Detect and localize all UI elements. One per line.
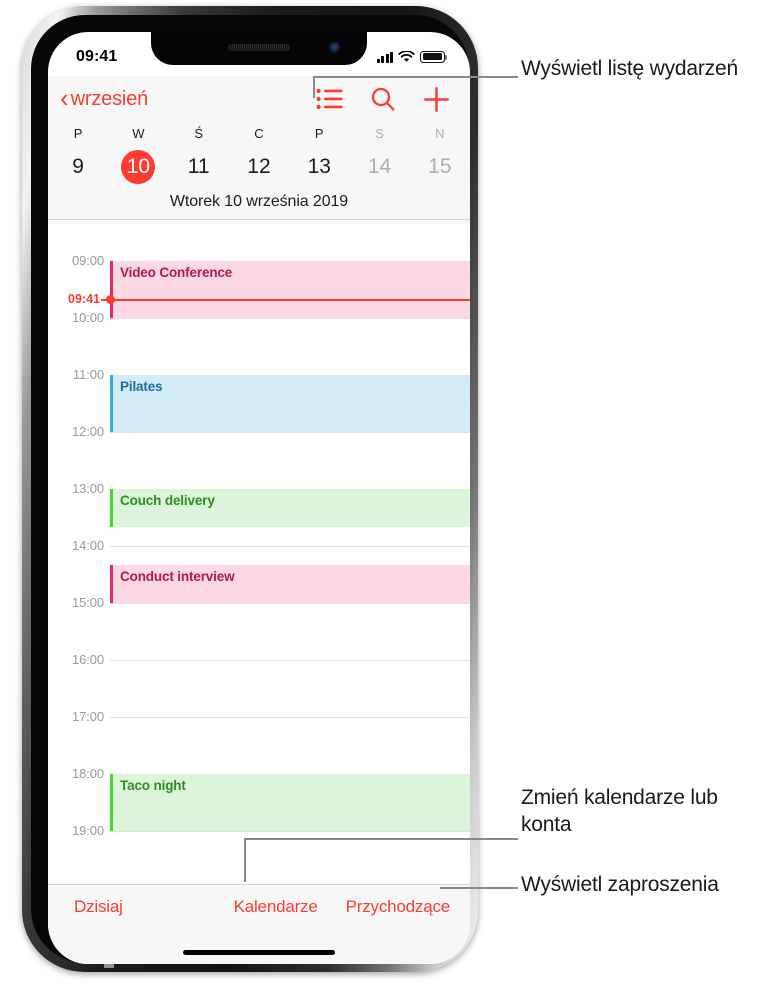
day-number-label: 10 — [121, 150, 156, 184]
hour-label: 11:00 — [72, 367, 104, 382]
day-number-label: 14 — [367, 155, 392, 178]
hour-gridline — [110, 318, 470, 319]
back-button-label: wrzesień — [70, 87, 149, 110]
hour-row-1700: 17:00 — [48, 709, 470, 724]
day-cell-14[interactable]: 14 — [349, 143, 409, 189]
weekday-label-1: W — [132, 126, 145, 141]
weekday-label-5: S — [375, 126, 384, 141]
wifi-icon — [398, 50, 415, 62]
inbox-button[interactable]: Przychodzące — [346, 897, 451, 917]
callout-leader-line — [440, 887, 518, 889]
battery-level-fill — [422, 53, 442, 60]
selected-date-label: Wtorek 10 września 2019 — [169, 193, 349, 210]
callout-leader-line — [313, 76, 518, 78]
day-number-label: 15 — [428, 155, 452, 178]
hour-row-1200: 12:00 — [48, 424, 470, 439]
hour-row-1500: 15:00 — [48, 595, 470, 610]
day-cell-9[interactable]: 9 — [48, 143, 108, 189]
day-cell-11[interactable]: 11 — [169, 143, 229, 189]
hour-row-1400: 14:00 — [48, 538, 470, 553]
battery-cap — [445, 54, 448, 60]
event-title: Conduct interview — [120, 569, 235, 584]
plus-icon[interactable] — [423, 86, 450, 113]
event-title: Taco night — [120, 778, 186, 793]
day-cell-10[interactable]: 10 — [108, 143, 168, 189]
status-bar-clock: 09:41 — [76, 48, 118, 65]
battery-icon — [420, 50, 448, 63]
day-timeline[interactable]: 09:00 10:00 11:00 12:00 13:00 14:00 15:00 16:00… — [48, 247, 470, 884]
hour-label: 14:00 — [71, 538, 104, 553]
day-cell-12[interactable]: 12 — [229, 143, 289, 189]
earpiece-speaker-icon — [228, 44, 290, 51]
calendar-event[interactable]: Pilates — [110, 375, 470, 432]
hour-gridline — [110, 603, 470, 604]
hour-gridline — [110, 717, 470, 718]
hour-label: 13:00 — [71, 481, 104, 496]
hour-label: 09:00 — [71, 253, 104, 268]
day-number-label: 9 — [72, 155, 84, 178]
current-time-dash — [101, 299, 109, 302]
front-camera-icon — [329, 42, 340, 53]
day-cell-13[interactable]: 13 — [289, 143, 349, 189]
weekday-label-6: N — [435, 126, 445, 141]
chevron-left-icon: ‹ — [60, 83, 69, 113]
cellular-signal-icon — [376, 51, 393, 63]
callout-label-inbox: Wyświetl zaproszenia — [521, 873, 719, 896]
callout-leader-line — [244, 838, 518, 840]
event-title: Couch delivery — [120, 493, 215, 508]
hour-label: 17:00 — [71, 709, 104, 724]
hour-label: 16:00 — [71, 652, 104, 667]
day-number-row: 9 10 11 12 13 14 15 — [48, 143, 470, 189]
hour-row-1600: 16:00 — [48, 652, 470, 667]
weekday-label-4: P — [314, 126, 324, 141]
toolbar-buttons: Dzisiaj Kalendarze Przychodzące — [48, 885, 470, 917]
back-to-month-button[interactable]: ‹ wrzesień — [60, 83, 149, 113]
week-strip: P W Ś C P S N 9 10 11 12 13 14 15 Wtorek 10 września… — [48, 122, 470, 224]
event-title: Video Conference — [120, 265, 233, 280]
day-number-label: 11 — [187, 155, 210, 178]
day-number-label: 12 — [247, 155, 271, 178]
weekday-label-0: P — [73, 126, 83, 141]
event-title: Pilates — [120, 379, 163, 394]
callout-leader-line — [313, 76, 315, 98]
hour-label: 15:00 — [71, 595, 104, 610]
current-time-label: 09:41 — [68, 291, 100, 306]
hour-label: 18:00 — [71, 766, 104, 781]
phone-screen: 09:41 ‹ wrzesień P W Ś C P S N 9 10 11 1… — [48, 32, 470, 964]
hour-label: 10:00 — [71, 310, 104, 325]
hour-label: 19:00 — [71, 823, 104, 838]
day-cell-15[interactable]: 15 — [410, 143, 470, 189]
hour-gridline — [110, 432, 470, 433]
navigation-bar: ‹ wrzesień — [48, 76, 470, 122]
week-strip-divider — [48, 219, 470, 220]
nav-bar-actions — [316, 86, 450, 113]
callout-label-list-view: Wyświetl listę wydarzeń — [521, 57, 738, 80]
phone-bezel: 09:41 ‹ wrzesień P W Ś C P S N 9 10 11 1… — [31, 15, 470, 964]
status-bar-indicators — [376, 50, 448, 64]
today-button[interactable]: Dzisiaj — [62, 897, 123, 917]
hour-label: 12:00 — [71, 424, 104, 439]
hour-gridline — [110, 660, 470, 661]
weekday-label-3: C — [254, 126, 264, 141]
callout-leader-line — [244, 838, 246, 882]
hour-row-1000: 10:00 — [48, 310, 470, 325]
hour-gridline — [110, 546, 470, 547]
bottom-toolbar: Dzisiaj Kalendarze Przychodzące — [48, 884, 470, 964]
day-number-label: 13 — [307, 155, 331, 178]
calendar-event[interactable]: Couch delivery — [110, 489, 470, 527]
calendar-event[interactable]: Video Conference — [110, 261, 470, 318]
hour-gridline — [110, 831, 470, 832]
callout-label-calendars: Zmień kalendarze lub konta — [521, 786, 718, 836]
display-notch — [151, 32, 367, 65]
weekday-label-2: Ś — [194, 126, 204, 141]
weekday-header-row: PWŚCPSN — [48, 122, 470, 143]
hour-row-1900: 19:00 — [48, 823, 470, 838]
home-indicator[interactable] — [183, 949, 335, 955]
list-view-icon[interactable] — [316, 88, 343, 110]
calendars-button[interactable]: Kalendarze — [234, 897, 318, 917]
search-icon[interactable] — [370, 86, 396, 112]
phone-device-frame: 09:41 ‹ wrzesień P W Ś C P S N 9 10 11 1… — [22, 6, 478, 972]
calendar-event[interactable]: Taco night — [110, 774, 470, 831]
calendar-event[interactable]: Conduct interview — [110, 565, 470, 603]
